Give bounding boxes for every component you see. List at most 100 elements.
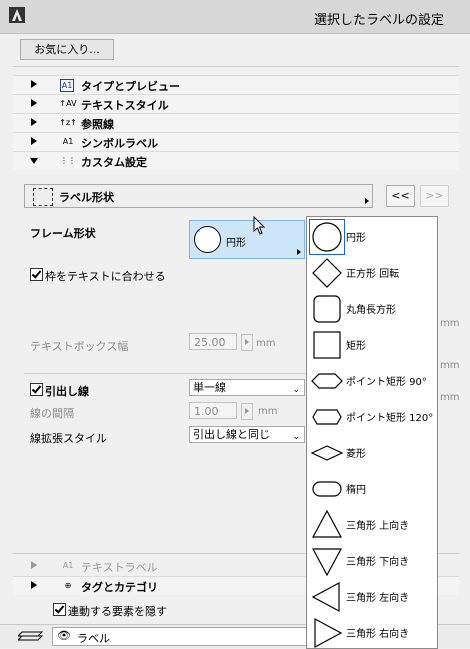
label-shape-icon <box>33 188 53 206</box>
popup-item-rhombus[interactable]: 菱形 <box>307 433 437 469</box>
triangle-down-icon <box>311 548 343 577</box>
frame-shape-label: フレーム形状 <box>30 227 96 240</box>
popup-item-circle[interactable]: 円形 <box>307 217 437 255</box>
popup-item-point-rect-120[interactable]: ポイント矩形 120° <box>307 397 437 433</box>
leader-type-value: 単一線 <box>193 381 226 394</box>
triangle-up-icon <box>311 509 343 538</box>
type-preview-icon: A1 <box>60 79 74 92</box>
section-type-preview[interactable]: A1 タイプとプレビュー <box>13 75 459 94</box>
reference-line-icon: ↑z↑ <box>59 118 77 127</box>
diamond-square-icon <box>312 258 342 288</box>
frame-shape-popup: 円形 正方形 回転 丸角長方形 矩形 ポイント矩形 90° ポイント矩形 120… <box>306 216 438 649</box>
layers-icon <box>18 631 44 641</box>
fit-frame-label: 枠をテキストに合わせる <box>45 270 166 283</box>
popup-item-label: 三角形 左向き <box>346 593 410 604</box>
text-label-icon: A1 <box>62 561 74 570</box>
popup-item-label: ポイント矩形 120° <box>346 413 434 424</box>
triangle-left-icon <box>311 581 340 613</box>
expand-arrow-icon <box>31 137 37 145</box>
textbox-width-label: テキストボックス幅 <box>30 340 129 353</box>
divider <box>24 373 306 374</box>
expand-arrow-icon <box>31 118 37 126</box>
popup-item-label: 三角形 右向き <box>346 629 410 640</box>
textbox-width-field[interactable]: 25.00 <box>189 333 237 350</box>
favorites-button[interactable]: お気に入り... <box>20 39 114 60</box>
fit-frame-checkbox[interactable] <box>30 268 43 281</box>
section-label: テキストスタイル <box>81 99 169 112</box>
unit-label: mm <box>440 318 460 329</box>
chevron-down-icon: ⌄ <box>292 432 300 442</box>
section-label: シンボルラベル <box>81 137 158 150</box>
rect-icon <box>313 331 341 359</box>
popup-item-triangle-left[interactable]: 三角形 左向き <box>307 577 437 613</box>
frame-shape-value: 円形 <box>226 238 246 249</box>
divider <box>13 66 459 67</box>
chevron-down-icon: ⌄ <box>292 385 300 395</box>
point-rect-90-icon <box>311 373 343 389</box>
triangle-right-icon <box>314 617 343 648</box>
popup-item-label: 円形 <box>346 233 366 244</box>
mouse-cursor-icon <box>253 216 266 235</box>
popup-item-point-rect-90[interactable]: ポイント矩形 90° <box>307 361 437 397</box>
prev-button[interactable]: << <box>386 185 415 207</box>
textbox-width-stepper[interactable] <box>241 334 253 351</box>
layer-value: ラベル <box>77 632 110 645</box>
section-label: 参照線 <box>81 118 114 131</box>
popup-item-square-rotated[interactable]: 正方形 回転 <box>307 253 437 289</box>
title-bar: 選択したラベルの設定 <box>0 0 470 34</box>
popup-item-label: 正方形 回転 <box>346 269 400 280</box>
label-shape-label: ラベル形状 <box>59 191 114 204</box>
section-label: タイプとプレビュー <box>81 80 180 93</box>
point-rect-120-icon <box>312 409 342 425</box>
dropdown-arrow-icon <box>297 249 301 255</box>
circle-icon <box>309 219 345 255</box>
frame-shape-button[interactable]: 円形 <box>189 220 305 259</box>
tags-icon: ⊕ <box>64 581 72 590</box>
window-title: 選択したラベルの設定 <box>313 13 444 28</box>
popup-item-triangle-right[interactable]: 三角形 右向き <box>307 613 437 648</box>
popup-item-label: ポイント矩形 90° <box>346 377 427 388</box>
line-spacing-stepper[interactable] <box>241 403 253 420</box>
expand-arrow-icon <box>31 99 37 107</box>
line-ext-label: 線拡張スタイル <box>30 432 107 445</box>
label-shape-dropdown[interactable]: ラベル形状 <box>24 184 373 208</box>
popup-item-rect[interactable]: 矩形 <box>307 325 437 361</box>
popup-item-triangle-down[interactable]: 三角形 下向き <box>307 541 437 577</box>
leader-label: 引出し線 <box>45 385 89 398</box>
section-custom-settings[interactable]: ⋮⋮ カスタム設定 <box>13 151 459 170</box>
eye-icon: 👁 <box>57 629 71 642</box>
section-label: テキストラベル <box>81 561 158 574</box>
popup-item-label: 三角形 上向き <box>346 521 410 532</box>
section-reference-line[interactable]: ↑z↑ 参照線 <box>13 113 459 132</box>
dropdown-arrow-icon <box>365 198 369 204</box>
section-text-style[interactable]: ↑AV テキストスタイル <box>13 94 459 113</box>
next-button[interactable]: >> <box>420 185 449 207</box>
expand-arrow-icon <box>31 581 37 589</box>
hide-linked-label: 連動する要素を隠す <box>68 605 167 618</box>
collapse-arrow-icon <box>30 158 38 164</box>
layer-select[interactable]: 👁 ラベル <box>52 627 307 646</box>
popup-item-ellipse[interactable]: 楕円 <box>307 469 437 505</box>
popup-item-triangle-up[interactable]: 三角形 上向き <box>307 505 437 541</box>
popup-item-label: 矩形 <box>346 341 366 352</box>
expand-arrow-icon <box>31 80 37 88</box>
popup-item-label: 三角形 下向き <box>346 557 410 568</box>
section-label: タグとカテゴリ <box>81 581 158 594</box>
leader-type-select[interactable]: 単一線 ⌄ <box>189 379 305 396</box>
circle-icon <box>194 226 221 253</box>
unit-label: mm <box>256 338 276 349</box>
popup-item-label: 菱形 <box>346 449 366 460</box>
line-ext-select[interactable]: 引出し線と同じ ⌄ <box>189 426 305 443</box>
custom-settings-icon: ⋮⋮ <box>60 156 76 165</box>
hide-linked-checkbox[interactable] <box>53 603 66 616</box>
popup-item-label: 丸角長方形 <box>346 305 396 316</box>
leader-checkbox[interactable] <box>30 383 43 396</box>
unit-label: mm <box>258 406 278 417</box>
line-spacing-label: 線の間隔 <box>30 407 74 420</box>
unit-label: mm <box>440 360 460 371</box>
text-style-icon: ↑AV <box>59 99 77 108</box>
section-symbol-label[interactable]: A1 シンボルラベル <box>13 132 459 151</box>
symbol-label-icon: A1 <box>62 137 74 146</box>
popup-item-rounded-rect[interactable]: 丸角長方形 <box>307 289 437 325</box>
line-spacing-field[interactable]: 1.00 <box>189 402 237 419</box>
